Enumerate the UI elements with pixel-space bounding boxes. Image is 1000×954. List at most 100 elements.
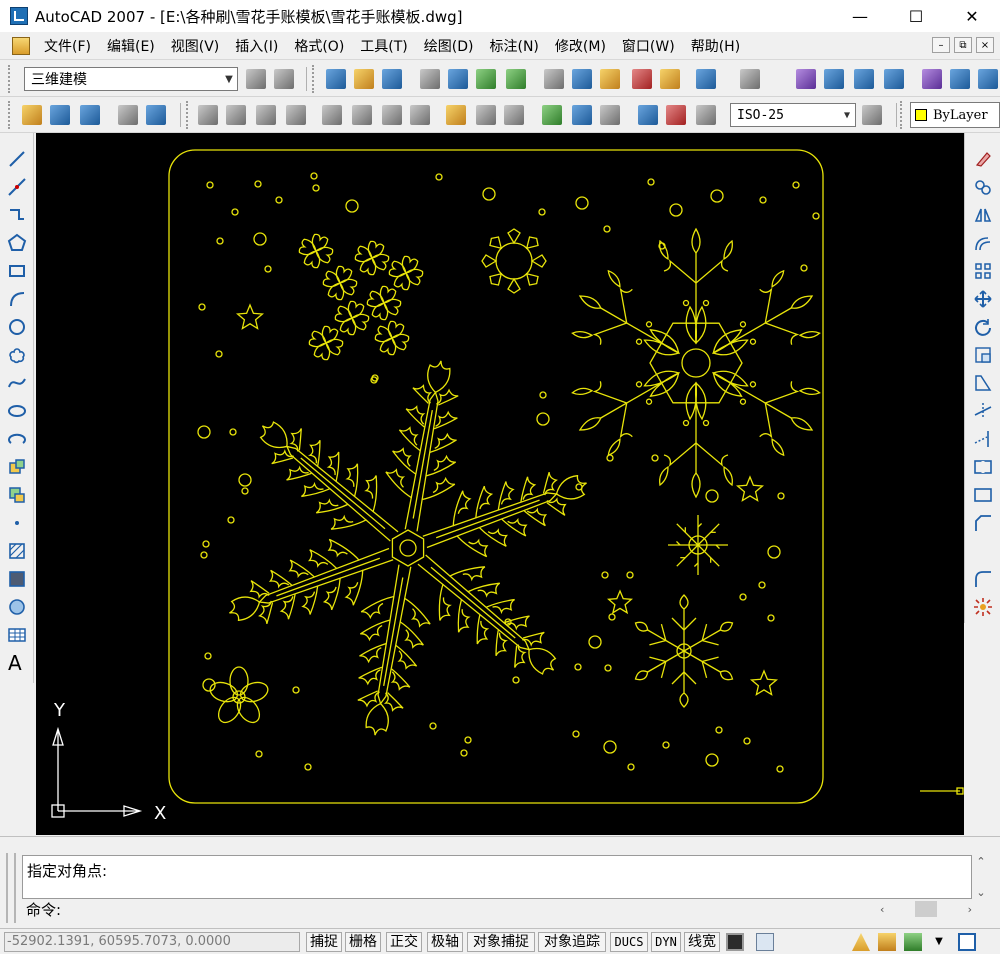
stretch-icon[interactable]	[973, 373, 993, 393]
command-grip[interactable]	[6, 853, 16, 923]
extend-icon[interactable]	[973, 429, 993, 449]
ellipse-arc-icon[interactable]	[7, 429, 27, 449]
chamfer-icon[interactable]	[973, 513, 993, 533]
otrack-toggle[interactable]: 对象追踪	[538, 932, 606, 952]
scroll-thumb[interactable]	[915, 901, 937, 917]
doc-close-button[interactable]: ×	[976, 37, 994, 53]
copy-icon[interactable]	[973, 177, 993, 197]
toolbar-grip[interactable]	[8, 65, 12, 93]
print-icon[interactable]	[420, 69, 440, 89]
dim-style-select[interactable]: ISO-25 ▼	[730, 103, 856, 127]
layout-icon[interactable]	[756, 933, 774, 951]
doc-minimize-button[interactable]: –	[932, 37, 950, 53]
open-file-icon[interactable]	[354, 69, 374, 89]
menu-modify[interactable]: 修改(M)	[547, 36, 614, 56]
table-icon[interactable]	[7, 625, 27, 645]
make-block-icon[interactable]	[7, 485, 27, 505]
line-icon[interactable]	[7, 149, 27, 169]
command-prompt[interactable]: 命令:	[26, 899, 61, 920]
layer-isolate-icon[interactable]	[80, 105, 100, 125]
explode-icon[interactable]	[973, 597, 993, 617]
scroll-left-icon[interactable]: ‹	[880, 903, 884, 916]
polar-toggle[interactable]: 极轴	[427, 932, 463, 952]
move-icon[interactable]	[973, 289, 993, 309]
match-properties-icon[interactable]	[632, 69, 652, 89]
insert-block-icon[interactable]	[7, 457, 27, 477]
doc-restore-button[interactable]: ⧉	[954, 37, 972, 53]
angular-dimension-icon[interactable]	[410, 105, 430, 125]
toolbar-grip[interactable]	[8, 101, 12, 129]
dyn-toggle[interactable]: DYN	[651, 932, 681, 952]
lock-icon[interactable]	[878, 933, 896, 951]
point-icon[interactable]	[7, 513, 27, 533]
ordinate-dimension-icon[interactable]	[286, 105, 306, 125]
osnap-toggle[interactable]: 对象捕捉	[467, 932, 535, 952]
new-file-icon[interactable]	[326, 69, 346, 89]
minimize-button[interactable]: —	[832, 0, 888, 32]
continue-dimension-icon[interactable]	[504, 105, 524, 125]
scale-icon[interactable]	[973, 345, 993, 365]
spline-icon[interactable]	[7, 373, 27, 393]
undo-icon[interactable]	[696, 69, 716, 89]
scroll-up-icon[interactable]: ⌃	[976, 855, 985, 868]
lineweight-toggle[interactable]: 线宽	[684, 932, 720, 952]
jogged-dimension-icon[interactable]	[352, 105, 372, 125]
snap-toggle[interactable]: 捕捉	[306, 932, 342, 952]
arc-length-icon[interactable]	[256, 105, 276, 125]
diameter-dimension-icon[interactable]	[382, 105, 402, 125]
rotate-icon[interactable]	[973, 317, 993, 337]
dimension-edit-icon[interactable]	[638, 105, 658, 125]
center-mark-icon[interactable]	[600, 105, 620, 125]
region-icon[interactable]	[7, 597, 27, 617]
layer-previous-icon[interactable]	[50, 105, 70, 125]
redo-icon[interactable]	[740, 69, 760, 89]
workspace-save-icon[interactable]	[274, 69, 294, 89]
menu-window[interactable]: 窗口(W)	[614, 36, 683, 56]
fillet-icon[interactable]	[973, 569, 993, 589]
cut-icon[interactable]	[544, 69, 564, 89]
menu-insert[interactable]: 插入(I)	[227, 36, 286, 56]
3d-dwf-icon[interactable]	[506, 69, 526, 89]
command-hscroll[interactable]: ‹ ›	[880, 899, 972, 919]
circle-icon[interactable]	[7, 317, 27, 337]
menu-format[interactable]: 格式(O)	[286, 36, 352, 56]
arc-icon[interactable]	[7, 289, 27, 309]
pan-icon[interactable]	[796, 69, 816, 89]
block-editor-icon[interactable]	[660, 69, 680, 89]
properties-icon[interactable]	[922, 69, 942, 89]
aligned-dimension-icon[interactable]	[226, 105, 246, 125]
save-icon[interactable]	[382, 69, 402, 89]
paste-icon[interactable]	[600, 69, 620, 89]
clean-screen-icon[interactable]	[958, 933, 976, 951]
scroll-right-icon[interactable]: ›	[968, 903, 972, 916]
zoom-previous-icon[interactable]	[884, 69, 904, 89]
copy-icon[interactable]	[572, 69, 592, 89]
mirror-icon[interactable]	[973, 205, 993, 225]
erase-icon[interactable]	[973, 149, 993, 169]
menu-help[interactable]: 帮助(H)	[683, 36, 748, 56]
scroll-down-icon[interactable]: ⌄	[976, 886, 985, 899]
table-style-icon[interactable]	[146, 105, 166, 125]
baseline-dimension-icon[interactable]	[476, 105, 496, 125]
dimension-update-icon[interactable]	[696, 105, 716, 125]
quick-dimension-icon[interactable]	[446, 105, 466, 125]
tool-palettes-icon[interactable]	[978, 69, 998, 89]
workspace-settings-icon[interactable]	[246, 69, 266, 89]
tolerance-icon[interactable]	[572, 105, 592, 125]
menu-file[interactable]: 文件(F)	[36, 36, 99, 56]
polyline-icon[interactable]	[7, 205, 27, 225]
dimension-text-edit-icon[interactable]	[666, 105, 686, 125]
workspace-select[interactable]: 三维建模 ▼	[24, 67, 238, 91]
break-icon[interactable]	[973, 457, 993, 477]
publish-icon[interactable]	[476, 69, 496, 89]
rectangle-icon[interactable]	[7, 261, 27, 281]
radius-dimension-icon[interactable]	[322, 105, 342, 125]
drawing-canvas[interactable]: Y X	[36, 133, 964, 835]
construction-line-icon[interactable]	[7, 177, 27, 197]
gradient-icon[interactable]	[7, 569, 27, 589]
layer-state-icon[interactable]	[22, 105, 42, 125]
close-button[interactable]: ✕	[944, 0, 1000, 32]
design-center-icon[interactable]	[950, 69, 970, 89]
linear-dimension-icon[interactable]	[198, 105, 218, 125]
communication-center-icon[interactable]	[904, 933, 922, 951]
